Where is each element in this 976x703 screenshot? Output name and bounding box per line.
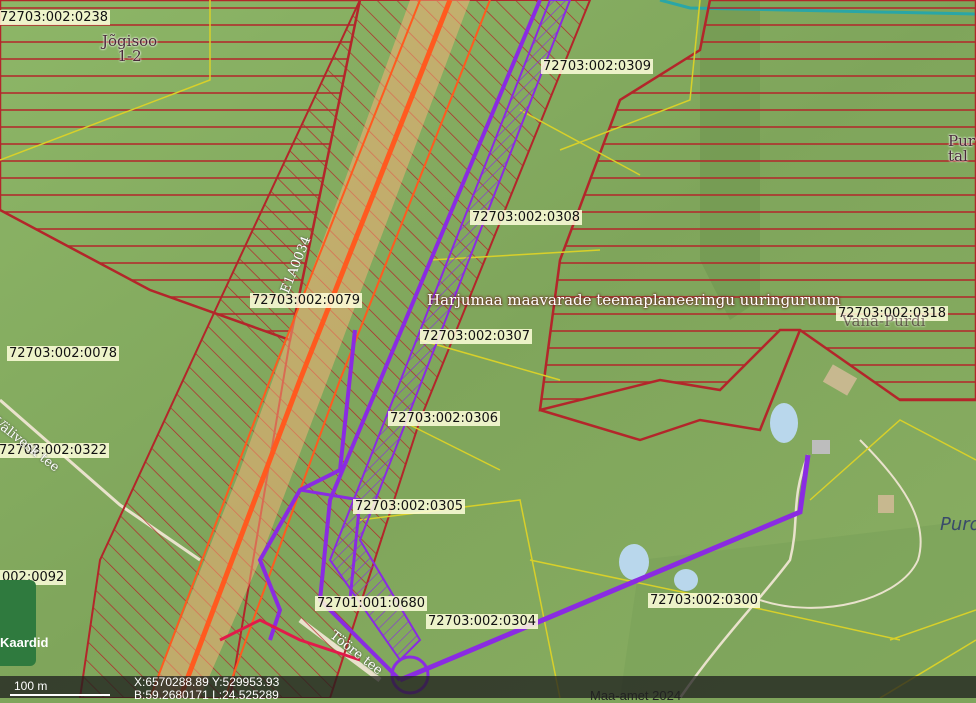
map-canvas[interactable] — [0, 0, 976, 698]
parcel-label[interactable]: 72701:001:0680 — [315, 596, 428, 611]
scale-label: 100 m — [14, 679, 48, 693]
parcel-label[interactable]: 72703:002:0079 — [250, 293, 363, 308]
parcel-label[interactable]: 72703:002:0300 — [648, 593, 761, 608]
pond — [674, 569, 698, 591]
building — [878, 495, 894, 513]
parcel-label[interactable]: 72703:002:0308 — [470, 210, 583, 225]
maps-layer-button[interactable]: Kaardid — [0, 580, 48, 666]
maps-layer-label: Kaardid — [0, 635, 49, 650]
status-bar: 100 m X:6570288.89 Y:529953.93 B:59.2680… — [0, 676, 976, 702]
place-label-vana-purdi: Vana-Purdi — [842, 312, 926, 330]
attribution: Maa-amet 2024 — [590, 688, 682, 703]
place-label-purtse-talu: Pur tal — [948, 132, 975, 165]
place-label-purdi: Purd — [940, 514, 976, 535]
pond — [770, 403, 798, 443]
coordinates-readout: X:6570288.89 Y:529953.93 B:59.2680171 L:… — [134, 676, 279, 702]
building — [812, 440, 830, 454]
parcel-label[interactable]: 72703:002:0304 — [426, 614, 539, 629]
parcel-label[interactable]: 72703:002:0309 — [541, 59, 654, 74]
parcel-label[interactable]: 72703:002:0307 — [420, 329, 533, 344]
scale-line — [10, 694, 110, 696]
parcel-label[interactable]: 72703:002:0305 — [353, 499, 466, 514]
parcel-label[interactable]: 72703:002:0238 — [0, 10, 111, 25]
coords-bl: B:59.2680171 L:24.525289 — [134, 688, 279, 702]
parcel-label[interactable]: 72703:002:0306 — [388, 411, 501, 426]
place-label-jogisoo: Jõgisoo 1-2 — [102, 32, 158, 65]
parcel-label[interactable]: 72703:002:0078 — [7, 346, 120, 361]
planning-area-label: Harjumaa maavarade teemaplaneeringu uuri… — [427, 291, 841, 309]
